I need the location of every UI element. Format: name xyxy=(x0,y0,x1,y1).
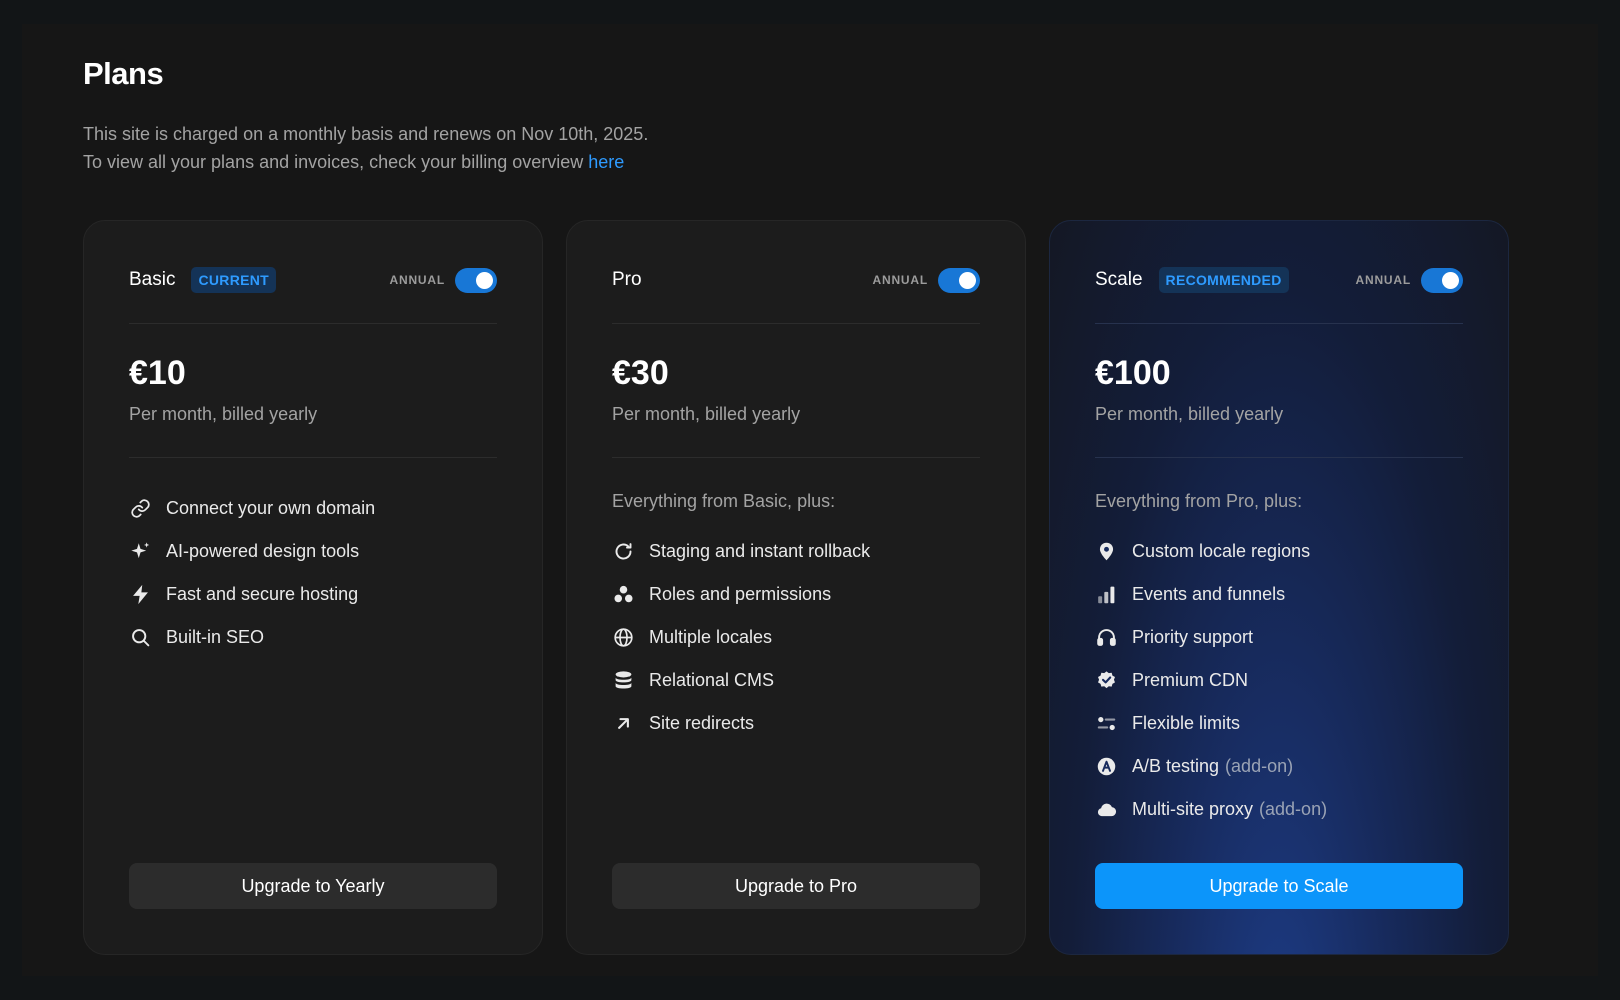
feature-label: Flexible limits xyxy=(1132,713,1241,733)
plan-price: €10 xyxy=(129,354,186,392)
divider xyxy=(1095,323,1463,324)
feature-label: Site redirects xyxy=(649,713,755,733)
feature-label: Priority support xyxy=(1132,627,1254,647)
feature-label: Relational CMS xyxy=(649,670,775,690)
feature-label: Built-in SEO xyxy=(166,627,265,647)
lightning-icon xyxy=(129,584,151,606)
billing-period: Per month, billed yearly xyxy=(129,404,318,424)
feature-label: Custom locale regions xyxy=(1132,541,1311,561)
feature-list: Staging and instant rollback Roles and p… xyxy=(612,530,980,745)
billing-overview-text: To view all your plans and invoices, che… xyxy=(83,152,584,172)
feature-label: Multiple locales xyxy=(649,627,773,647)
billing-period: Per month, billed yearly xyxy=(1095,404,1284,424)
list-item: Site redirects xyxy=(612,702,980,745)
sliders-icon xyxy=(1095,713,1117,735)
addon-label: (add-on) xyxy=(1259,799,1328,819)
plan-name: Basic xyxy=(129,269,176,290)
list-item: Staging and instant rollback xyxy=(612,530,980,573)
divider xyxy=(129,323,497,324)
renewal-text: This site is charged on a monthly basis … xyxy=(83,124,649,144)
ab-test-icon xyxy=(1095,756,1117,778)
feature-label: Fast and secure hosting xyxy=(166,584,359,604)
list-item: Priority support xyxy=(1095,616,1463,659)
billing-period: Per month, billed yearly xyxy=(612,404,801,424)
divider xyxy=(612,457,980,458)
current-badge: CURRENT xyxy=(191,267,277,293)
database-icon xyxy=(612,670,634,692)
annual-toggle[interactable] xyxy=(1421,267,1463,293)
annual-label: ANNUAL xyxy=(389,273,445,287)
features-intro: Everything from Basic, plus: xyxy=(612,491,836,511)
upgrade-to-scale-button[interactable]: Upgrade to Scale xyxy=(1095,863,1463,909)
list-item: Flexible limits xyxy=(1095,702,1463,745)
list-item: Connect your own domain xyxy=(129,487,497,530)
feature-label: Premium CDN xyxy=(1132,670,1249,690)
list-item: AI-powered design tools xyxy=(129,530,497,573)
annual-toggle[interactable] xyxy=(455,267,497,293)
features-intro: Everything from Pro, plus: xyxy=(1095,491,1303,511)
plan-description: This site is charged on a monthly basis … xyxy=(83,120,648,176)
list-item: Fast and secure hosting xyxy=(129,573,497,616)
feature-list: Connect your own domain AI-powered desig… xyxy=(129,487,497,659)
feature-list: Custom locale regions Events and funnels… xyxy=(1095,530,1463,831)
upgrade-to-yearly-button[interactable]: Upgrade to Yearly xyxy=(129,863,497,909)
annual-toggle[interactable] xyxy=(938,267,980,293)
map-pin-icon xyxy=(1095,541,1117,563)
billing-overview-link[interactable]: here xyxy=(588,152,624,172)
toggle-knob xyxy=(476,271,493,289)
recommended-badge: RECOMMENDED xyxy=(1158,267,1289,293)
plan-name: Pro xyxy=(612,269,642,290)
upgrade-to-pro-button[interactable]: Upgrade to Pro xyxy=(612,863,980,909)
feature-label: Roles and permissions xyxy=(649,584,832,604)
headphones-icon xyxy=(1095,627,1117,649)
plan-price: €100 xyxy=(1095,354,1171,392)
feature-label: Connect your own domain xyxy=(166,498,376,518)
cloud-icon xyxy=(1095,799,1117,821)
plan-card-basic: Basic CURRENT ANNUAL €10 Per month, bill… xyxy=(83,220,543,955)
feature-label: A/B testing xyxy=(1132,756,1220,776)
plan-price: €30 xyxy=(612,354,669,392)
feature-label: Multi-site proxy xyxy=(1132,799,1254,819)
search-icon xyxy=(129,627,151,649)
list-item: Multiple locales xyxy=(612,616,980,659)
divider xyxy=(1095,457,1463,458)
plan-card-pro: Pro ANNUAL €30 Per month, billed yearly … xyxy=(566,220,1026,955)
list-item: Built-in SEO xyxy=(129,616,497,659)
annual-label: ANNUAL xyxy=(1355,273,1411,287)
sparkle-icon xyxy=(129,541,151,563)
list-item: Events and funnels xyxy=(1095,573,1463,616)
feature-label: Events and funnels xyxy=(1132,584,1286,604)
list-item: Relational CMS xyxy=(612,659,980,702)
bar-chart-icon xyxy=(1095,584,1117,606)
users-icon xyxy=(612,584,634,606)
refresh-icon xyxy=(612,541,634,563)
toggle-knob xyxy=(959,271,976,289)
divider xyxy=(129,457,497,458)
list-item: A/B testing (add-on) xyxy=(1095,745,1463,788)
addon-label: (add-on) xyxy=(1225,756,1294,776)
globe-icon xyxy=(612,627,634,649)
list-item: Roles and permissions xyxy=(612,573,980,616)
list-item: Multi-site proxy (add-on) xyxy=(1095,788,1463,831)
feature-label: AI-powered design tools xyxy=(166,541,360,561)
list-item: Custom locale regions xyxy=(1095,530,1463,573)
annual-label: ANNUAL xyxy=(872,273,928,287)
feature-label: Staging and instant rollback xyxy=(649,541,871,561)
plan-card-scale: Scale RECOMMENDED ANNUAL €100 Per month,… xyxy=(1049,220,1509,955)
divider xyxy=(612,323,980,324)
verified-badge-icon xyxy=(1095,670,1117,692)
page-title: Plans xyxy=(83,56,164,91)
list-item: Premium CDN xyxy=(1095,659,1463,702)
arrow-up-right-icon xyxy=(612,713,634,735)
link-icon xyxy=(129,498,151,520)
plan-name: Scale xyxy=(1095,269,1143,290)
toggle-knob xyxy=(1442,271,1459,289)
